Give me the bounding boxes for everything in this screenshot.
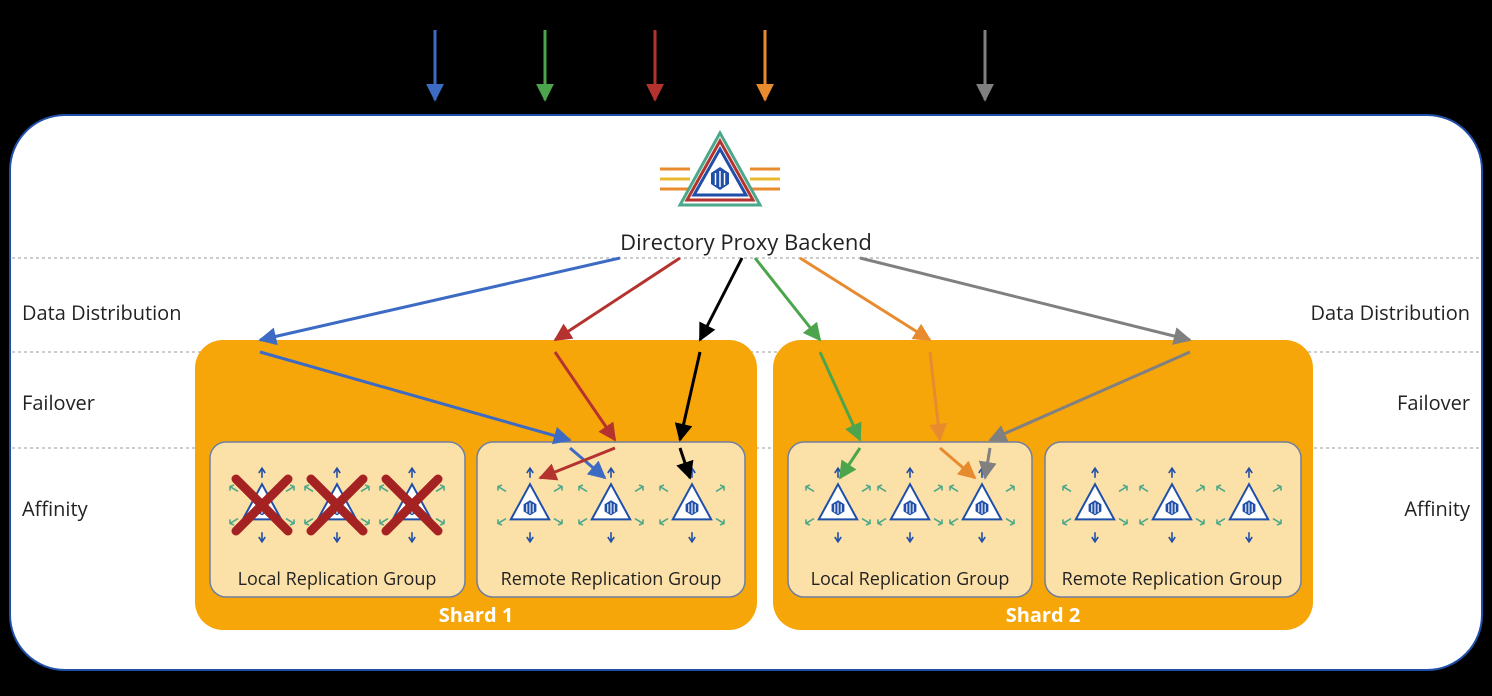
shard-2-local-group: Local Replication Group [788, 442, 1032, 597]
label-failover-left: Failover [22, 389, 95, 416]
label-affinity-right: Affinity [1404, 495, 1471, 522]
label-affinity-left: Affinity [22, 495, 89, 522]
shard-1-remote-label: Remote Replication Group [501, 567, 722, 591]
shard-1-local-label: Local Replication Group [238, 567, 437, 591]
label-failover-right: Failover [1397, 389, 1470, 416]
shard-2-remote-label: Remote Replication Group [1062, 567, 1283, 591]
shard-1-label: Shard 1 [439, 601, 514, 628]
shard-2: Shard 2 Local Replication Group Remote R… [773, 340, 1313, 630]
label-data-distribution-right: Data Distribution [1311, 299, 1470, 326]
shard-2-local-label: Local Replication Group [811, 567, 1010, 591]
shard-1-remote-group: Remote Replication Group [477, 442, 745, 597]
shard-1: Shard 1 Local Replication Group Remote R… [195, 340, 757, 630]
architecture-diagram: Data Distribution Failover Affinity Data… [0, 0, 1492, 696]
shard-2-remote-group: Remote Replication Group [1045, 442, 1301, 597]
shard-2-label: Shard 2 [1006, 601, 1081, 628]
shard-1-local-group: Local Replication Group [210, 442, 465, 597]
proxy-title: Directory Proxy Backend [620, 227, 872, 257]
label-data-distribution-left: Data Distribution [22, 299, 181, 326]
